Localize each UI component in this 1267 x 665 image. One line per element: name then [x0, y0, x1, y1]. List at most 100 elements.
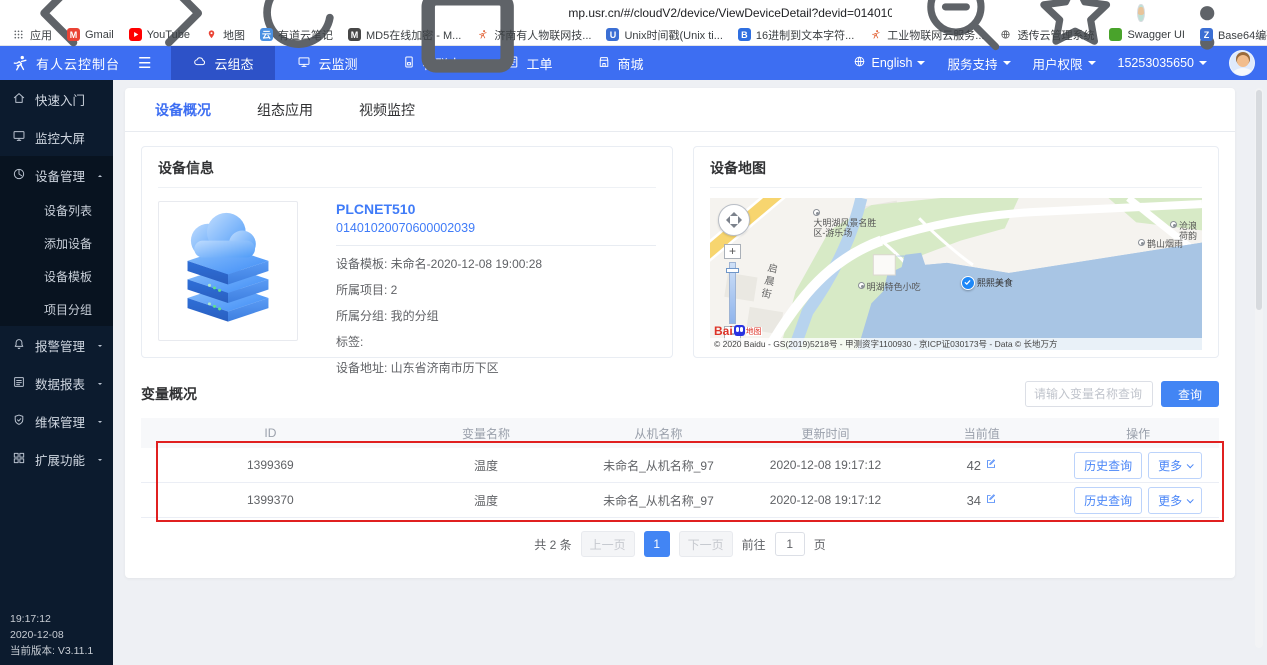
- map-terrain: [710, 198, 1202, 350]
- sidebar-subitem-添加设备[interactable]: 添加设备: [0, 227, 113, 260]
- bookmark-item[interactable]: 工业物联网云服务...: [869, 27, 984, 43]
- chevron-down-icon: [95, 416, 105, 426]
- page-scrollbar[interactable]: [1255, 88, 1263, 648]
- device-map-panel: 设备地图: [693, 146, 1219, 358]
- map-zoom-in-button[interactable]: +: [724, 244, 741, 259]
- poi-label: 大明湖风景名胜区-游乐场: [813, 209, 879, 238]
- sidebar-subitem-设备列表[interactable]: 设备列表: [0, 194, 113, 227]
- map-zoom-slider[interactable]: [729, 262, 736, 324]
- chevron-down-icon: [95, 378, 105, 388]
- sidebar-item-设备管理[interactable]: 设备管理: [0, 156, 113, 194]
- sidebar-subitem-设备模板[interactable]: 设备模板: [0, 260, 113, 293]
- variable-search-input[interactable]: [1025, 381, 1153, 407]
- baidu-logo-text: Bai: [714, 326, 733, 336]
- bookmark-label: 地图: [223, 27, 245, 43]
- marker-label: 熙熙美食: [977, 276, 1013, 289]
- chevron-up-icon: [95, 170, 105, 180]
- sidebar: 快速入门监控大屏设备管理设备列表添加设备设备模板项目分组报警管理数据报表维保管理…: [0, 80, 113, 665]
- prev-page-button[interactable]: 上一页: [581, 531, 635, 557]
- browser-profile-avatar[interactable]: [1137, 4, 1144, 22]
- bookmark-item[interactable]: ZBase64编码转换工...: [1200, 27, 1267, 43]
- cell: 2020-12-08 19:17:12: [745, 458, 907, 472]
- bookmark-label: 透传云管理系统: [1017, 27, 1094, 43]
- bookmark-item[interactable]: 济南有人物联网技...: [476, 27, 591, 43]
- map-zoom-thumb[interactable]: [726, 268, 739, 273]
- screen-icon: [12, 129, 26, 146]
- tab-组态应用[interactable]: 组态应用: [257, 100, 313, 120]
- baidu-map[interactable]: 大明湖风景名胜区-游乐场明湖特色小吃沧浪荷韵鹊山烟雨启晨街熙熙美食 + - Ba…: [710, 198, 1202, 350]
- apps-grid-icon: [12, 28, 25, 41]
- sidebar-item-label: 维保管理: [35, 412, 85, 431]
- sidebar-item-label: 快速入门: [35, 90, 85, 109]
- main-area: 设备概况组态应用视频监控 设备信息: [113, 80, 1267, 665]
- bookmark-label: Unix时间戳(Unix ti...: [624, 27, 722, 43]
- bookmark-label: Base64编码转换工...: [1218, 27, 1267, 43]
- bookmark-item[interactable]: YouTube: [129, 28, 190, 41]
- more-button[interactable]: 更多: [1148, 487, 1202, 514]
- goto-unit: 页: [814, 536, 826, 553]
- bookmark-item[interactable]: 云有道云笔记: [260, 27, 333, 43]
- next-page-button[interactable]: 下一页: [679, 531, 733, 557]
- footer-time: 19:17:12: [10, 611, 93, 627]
- usr-person-icon: [869, 28, 882, 41]
- nav-tab-商城[interactable]: 商城: [575, 46, 666, 80]
- map-copyright: © 2020 Baidu - GS(2019)5218号 - 甲测资字11009…: [710, 338, 1202, 350]
- sidebar-item-label: 扩展功能: [35, 450, 85, 469]
- cell: 1399370: [141, 493, 400, 507]
- goto-page-input[interactable]: [775, 532, 805, 556]
- scrollbar-thumb[interactable]: [1256, 90, 1262, 310]
- sidebar-subitem-项目分组[interactable]: 项目分组: [0, 293, 113, 326]
- column-header-更新时间: 更新时间: [745, 425, 907, 442]
- poi-icon: [813, 209, 820, 216]
- sidebar-item-扩展功能[interactable]: 扩展功能: [0, 440, 113, 478]
- poi-label: 明湖特色小吃: [858, 282, 921, 292]
- value-text: 34: [967, 493, 981, 508]
- page-number-button[interactable]: 1: [644, 531, 670, 557]
- history-query-button[interactable]: 历史查询: [1074, 487, 1142, 514]
- bookmark-item[interactable]: UUnix时间戳(Unix ti...: [606, 27, 722, 43]
- swagger-icon: [1109, 28, 1122, 41]
- device-id-link[interactable]: 01401020070600002039: [336, 221, 656, 235]
- sidebar-item-快速入门[interactable]: 快速入门: [0, 80, 113, 118]
- device-illustration: [169, 212, 287, 330]
- bookmark-item[interactable]: B16进制到文本字符...: [738, 27, 854, 43]
- edit-value-icon[interactable]: [985, 458, 997, 473]
- device-location-marker[interactable]: 熙熙美食: [961, 276, 1013, 290]
- globe-dark-icon: [999, 28, 1012, 41]
- bookmark-item[interactable]: 地图: [205, 27, 245, 43]
- divider: [336, 245, 656, 246]
- bookmark-label: Gmail: [85, 29, 114, 41]
- column-header-当前值: 当前值: [906, 425, 1057, 442]
- cell: 温度: [400, 457, 572, 474]
- bookmark-item[interactable]: MMD5在线加密 - M...: [348, 27, 461, 43]
- lock-icon: [373, 0, 562, 110]
- sidebar-item-维保管理[interactable]: 维保管理: [0, 402, 113, 440]
- bookmark-label: 应用: [30, 27, 52, 43]
- column-header-ID: ID: [141, 426, 400, 440]
- sidebar-item-报警管理[interactable]: 报警管理: [0, 326, 113, 364]
- device-detail-card: 设备概况组态应用视频监控 设备信息: [125, 88, 1235, 578]
- search-button[interactable]: 查询: [1161, 381, 1219, 407]
- address-bar[interactable]: mp.usr.cn/#/cloudV2/device/ViewDeviceDet…: [363, 3, 903, 23]
- device-name: PLCNET510: [336, 201, 656, 217]
- bookmark-item[interactable]: 透传云管理系统: [999, 27, 1094, 43]
- column-header-变量名称: 变量名称: [400, 425, 572, 442]
- sidebar-item-label: 数据报表: [35, 374, 85, 393]
- device-map-title: 设备地图: [694, 147, 1218, 187]
- sidebar-item-监控大屏[interactable]: 监控大屏: [0, 118, 113, 156]
- tab-设备概况[interactable]: 设备概况: [155, 100, 211, 120]
- map-pan-control[interactable]: [718, 204, 750, 236]
- bookmark-label: 16进制到文本字符...: [756, 27, 854, 43]
- bookmark-item[interactable]: Swagger UI: [1109, 28, 1184, 41]
- sidebar-item-数据报表[interactable]: 数据报表: [0, 364, 113, 402]
- column-header-从机名称: 从机名称: [572, 425, 744, 442]
- more-button[interactable]: 更多: [1148, 452, 1202, 479]
- edit-value-icon[interactable]: [985, 493, 997, 508]
- sidebar-item-label: 报警管理: [35, 336, 85, 355]
- bookmark-item[interactable]: 应用: [12, 27, 52, 43]
- bookmark-label: Swagger UI: [1127, 29, 1184, 41]
- history-query-button[interactable]: 历史查询: [1074, 452, 1142, 479]
- device-field-设备模板: 设备模板: 未命名-2020-12-08 19:00:28: [336, 255, 656, 272]
- bookmark-item[interactable]: MGmail: [67, 28, 114, 41]
- actions-cell: 历史查询更多: [1057, 452, 1219, 479]
